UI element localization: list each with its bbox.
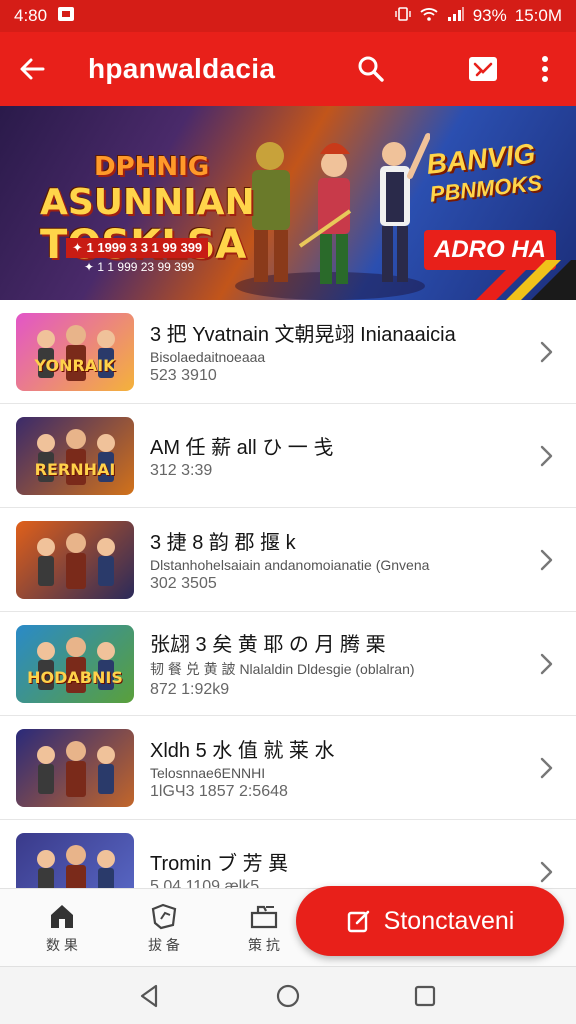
game-thumbnail: [16, 728, 134, 807]
thumbnail-characters-image: [37, 532, 115, 589]
fab-label: Stonctaveni: [383, 906, 515, 935]
floating-action-button[interactable]: Stonctaveni: [296, 886, 564, 956]
game-thumbnail: [16, 520, 134, 599]
system-recents-icon[interactable]: [412, 983, 438, 1009]
list-item-text: 3 捷 8 韵 郡 揠 k Dlstanhohelsaiain andanomoi…: [150, 526, 526, 593]
search-button[interactable]: [340, 32, 402, 106]
list-item-title: 3 把 Yvatnain 文朝晃翊 Inianaaicia: [150, 324, 456, 346]
thumbnail-label: YONRAIK: [34, 355, 116, 375]
nav-label-home: 数 果: [46, 937, 78, 953]
more-button[interactable]: [514, 32, 576, 106]
thumbnail-characters-image: [37, 844, 115, 888]
list-item[interactable]: 3 捷 8 韵 郡 揠 k Dlstanhohelsaiain andanomoi…: [0, 508, 576, 612]
list-item-text: 张翃 3 矣 黄 耶 の 月 腾 栗韧 餐 兑 黄 詖 Nlalaldin Dl…: [150, 628, 526, 699]
home-icon: [51, 905, 73, 928]
search-icon: [358, 56, 384, 82]
app-bar: hpanwaldacia: [0, 32, 576, 106]
nav-item-home[interactable]: 数 果: [22, 901, 102, 955]
banner-subline: ✦ 1 1999 3 3 1 99 399: [66, 238, 209, 258]
list-item[interactable]: HODABNIS 张翃 3 矣 黄 耶 の 月 腾 栗韧 餐 兑 黄 詖 Nlal…: [0, 612, 576, 716]
tag-icon: [151, 903, 177, 930]
wifi-icon: [419, 6, 439, 27]
list-item-text: 3 把 Yvatnain 文朝晃翊 Inianaaicia Bisolaedait…: [150, 318, 526, 385]
list-item-subtitle: Dlstanhohelsaiain andanomoianatie (Gnven…: [150, 557, 430, 573]
list-item[interactable]: Xldh 5 水 值 就 莱 水 Telosnnae6ENNHI 1lGЧ3 185…: [0, 716, 576, 820]
edit-icon: [347, 910, 369, 933]
chevron-right-icon: [540, 549, 553, 570]
chevron-right-icon: [540, 653, 553, 674]
cart-icon: [250, 905, 278, 929]
list-item-title: Tromin ブ 芳 異: [150, 853, 289, 875]
list-item-meta: 523 3910: [150, 367, 217, 384]
system-navigation-bar: [0, 966, 576, 1024]
list-item-subtitle: 韧 餐 兑 黄 詖 Nlalaldin Dldesgie (oblalran): [150, 661, 415, 677]
mail-button[interactable]: [452, 32, 514, 106]
nav-item-tag[interactable]: 拔 备: [124, 901, 204, 955]
list-item[interactable]: YONRAIK 3 把 Yvatnain 文朝晃翊 Inianaaicia Biso…: [0, 300, 576, 404]
list-item-meta: 872 1:92k9: [150, 681, 230, 698]
list-item-subtitle: Bisolaedaitnoeaaa: [150, 349, 266, 365]
thumbnail-characters-image: [37, 324, 115, 381]
nav-item-cart[interactable]: 策 抗: [224, 901, 304, 955]
game-thumbnail: [16, 832, 134, 888]
battery-level: 93%: [472, 6, 507, 25]
chevron-right-icon: [540, 757, 553, 778]
list-item[interactable]: RERNHAI AМ 任 薪 all ひ 一 戋 312 3:39: [0, 404, 576, 508]
status-time: 4:80: [14, 6, 48, 25]
nav-label-cart: 策 抗: [248, 937, 280, 953]
game-list: YONRAIK 3 把 Yvatnain 文朝晃翊 Inianaaicia Biso…: [0, 300, 576, 888]
list-item-meta: 312 3:39: [150, 462, 213, 479]
list-item-title: 3 捷 8 韵 郡 揠 k: [150, 532, 296, 554]
status-bar: 4:80 93% 15:0M: [0, 0, 576, 32]
list-item-text: Tromin ブ 芳 異5 04 1109 ælk5: [150, 847, 526, 888]
thumbnail-label: HODABNIS: [27, 667, 123, 687]
thumbnail-characters-image: [37, 740, 115, 797]
back-button[interactable]: [0, 32, 64, 106]
thumbnail-characters-image: [37, 428, 115, 485]
list-item-title: AМ 任 薪 all ひ 一 戋: [150, 437, 334, 459]
banner-right-title: BANVIG PBNMOKS: [425, 138, 543, 209]
game-thumbnail: YONRAIK: [16, 312, 134, 391]
system-back-icon[interactable]: [136, 983, 162, 1009]
back-arrow-icon: [20, 58, 45, 80]
list-item-title: Xldh 5 水 值 就 莱 水: [150, 740, 335, 762]
list-item-text: AМ 任 薪 all ひ 一 戋 312 3:39: [150, 431, 526, 480]
mail-icon: [469, 57, 497, 81]
nav-label-tag: 拔 备: [148, 937, 180, 953]
featured-banner[interactable]: DPHNIG ASUNNIAN TOSKLSA ✦ 1 1999 3 3 1 9…: [0, 106, 576, 300]
system-home-icon[interactable]: [275, 983, 301, 1009]
list-item-meta: 302 3505: [150, 575, 217, 592]
thumbnail-label: RERNHAI: [34, 459, 116, 479]
list-item-subtitle: Telosnnae6ENNHI: [150, 765, 266, 781]
list-item-title: 张翃 3 矣 黄 耶 の 月 腾 栗: [150, 634, 386, 656]
banner-stripe: [476, 260, 576, 300]
signal-icon: [447, 6, 465, 27]
more-vert-icon: [542, 56, 548, 82]
chevron-right-icon: [540, 445, 553, 466]
hero-characters-image: [235, 133, 430, 300]
status-clock: 15:0M: [514, 6, 562, 25]
banner-subline-2: ✦ 1 1 999 23 99 399: [84, 260, 195, 274]
notification-icon: [57, 6, 75, 27]
game-thumbnail: RERNHAI: [16, 416, 134, 495]
list-item-meta: 1lGЧ3 1857 2:5648: [150, 783, 288, 800]
banner-title-line1: ASUNNIAN: [40, 182, 255, 223]
chevron-right-icon: [540, 861, 553, 882]
list-item-text: Xldh 5 水 值 就 莱 水 Telosnnae6ENNHI 1lGЧ3 185…: [150, 734, 526, 801]
thumbnail-characters-image: [37, 636, 115, 693]
chevron-right-icon: [540, 341, 553, 362]
page-title: hpanwaldacia: [88, 53, 276, 84]
list-item[interactable]: Tromin ブ 芳 異5 04 1109 ælk5: [0, 820, 576, 888]
vibrate-icon: [395, 6, 411, 27]
game-thumbnail: HODABNIS: [16, 624, 134, 703]
